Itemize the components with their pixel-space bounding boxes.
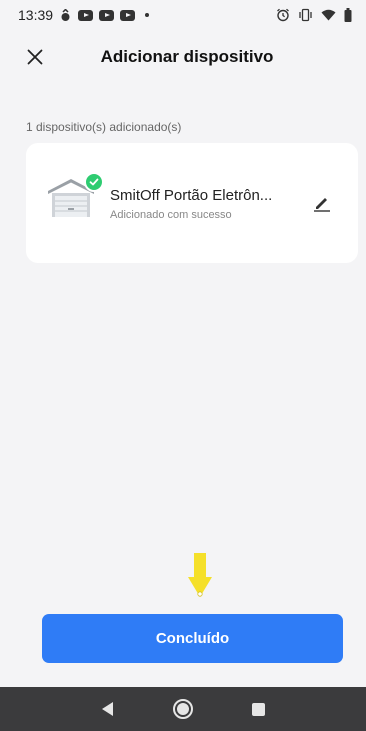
vibrate-icon xyxy=(298,8,313,22)
battery-icon xyxy=(344,8,352,22)
dot-icon xyxy=(145,13,150,17)
check-badge xyxy=(84,172,104,192)
nav-back-button[interactable] xyxy=(93,694,123,724)
device-icon xyxy=(46,172,104,225)
done-button[interactable]: Concluído xyxy=(42,614,343,663)
page-title: Adicionar dispositivo xyxy=(100,47,274,66)
youtube-icon xyxy=(99,9,115,21)
arrow-indicator xyxy=(188,553,212,603)
youtube-icon xyxy=(120,9,136,21)
close-icon xyxy=(27,49,43,65)
alarm-icon xyxy=(276,8,290,22)
youtube-icon xyxy=(78,9,94,21)
edit-device-button[interactable] xyxy=(310,191,334,215)
close-button[interactable] xyxy=(24,46,46,68)
nav-recents-button[interactable] xyxy=(243,694,273,724)
notification-icon xyxy=(59,8,72,22)
arrow-down-icon xyxy=(188,553,212,597)
status-bar-left: 13:39 xyxy=(18,7,150,23)
status-bar-right xyxy=(276,8,352,22)
navigation-bar xyxy=(0,687,366,731)
status-bar: 13:39 xyxy=(0,0,366,30)
wifi-icon xyxy=(321,9,336,21)
device-name: SmitOff Portão Eletrôn... xyxy=(110,187,273,204)
edit-pencil-icon xyxy=(314,198,330,212)
devices-count-label: 1 dispositivo(s) adicionado(s) xyxy=(26,120,182,134)
status-time: 13:39 xyxy=(18,7,54,23)
device-status: Adicionado com sucesso xyxy=(110,209,232,221)
back-icon xyxy=(102,702,114,716)
nav-home-button[interactable] xyxy=(168,694,198,724)
recents-icon xyxy=(251,702,265,716)
header: Adicionar dispositivo xyxy=(0,36,366,78)
home-icon xyxy=(172,699,193,719)
check-icon xyxy=(89,178,99,186)
device-card[interactable]: SmitOff Portão Eletrôn... Adicionado com… xyxy=(26,143,358,263)
